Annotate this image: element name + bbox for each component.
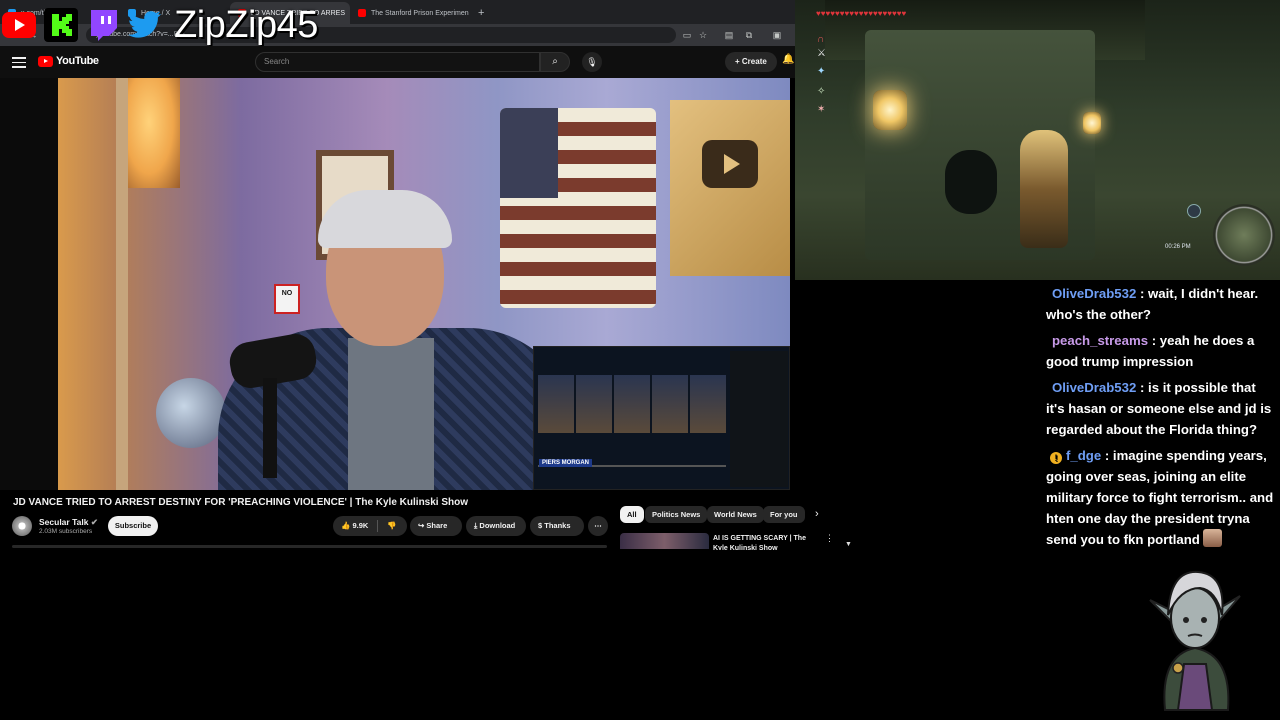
shield-weapon-icon: ⚔: [817, 48, 826, 59]
panel-faces: [538, 375, 726, 433]
subscribe-button[interactable]: Subscribe: [108, 516, 158, 536]
channel-name-text: Secular Talk: [39, 517, 89, 527]
game-lantern: [1083, 112, 1101, 134]
chip-politics-news[interactable]: Politics News: [645, 506, 708, 523]
scroll-down-arrow-icon[interactable]: ▼: [845, 541, 852, 548]
tab-title: The Stanford Prison Experimen: [371, 9, 469, 17]
streamer-branding-overlay: ZipZip45: [0, 4, 318, 46]
download-button[interactable]: ⤓ Download: [466, 516, 526, 536]
game-enemy: [945, 150, 997, 214]
stream-layout: x.com/thel... Home / X JD VANCE TRIED TO…: [0, 0, 1280, 720]
minimap: [1213, 204, 1275, 266]
verified-icon: ✔: [90, 517, 98, 527]
menu-icon[interactable]: [12, 54, 26, 68]
puzzle-icon[interactable]: ⧉: [742, 28, 756, 42]
hearts-health-bar: ♥♥♥♥♥♥♥♥♥♥♥♥♥♥♥♥♥♥♥: [816, 9, 907, 18]
youtube-icon: [0, 6, 38, 44]
game-player-character: [1020, 130, 1068, 248]
game-clock: 00:26 PM: [1165, 244, 1191, 250]
share-icon: ↪: [418, 521, 425, 530]
notifications-bell-icon[interactable]: 🔔: [782, 54, 794, 65]
magnet-ability-icon: ∩: [817, 34, 825, 45]
chat-username: f_dge: [1066, 448, 1102, 463]
stream-chat: OliveDrab532 : wait, I didn't hear. who'…: [1046, 283, 1274, 555]
chat-emote-icon: [1202, 529, 1222, 547]
chip-for-you[interactable]: For you: [763, 506, 805, 523]
youtube-play-button-plaque: [670, 100, 790, 276]
sidebar-icon[interactable]: ▣: [770, 28, 784, 42]
game-lantern: [873, 90, 907, 130]
description-box-edge: [12, 545, 607, 548]
microphone-icon[interactable]: 🎙: [582, 52, 602, 72]
thumbs-up-icon: 👍: [341, 521, 351, 530]
youtube-header: YouTube Search ⌕ 🎙 + Create 🔔: [0, 46, 795, 78]
chat-message: OliveDrab532 : wait, I didn't hear. who'…: [1046, 286, 1259, 322]
search-input[interactable]: Search: [255, 52, 540, 72]
more-actions-button[interactable]: ⋯: [588, 516, 608, 536]
empty-canvas-area: [0, 550, 855, 720]
youtube-logo[interactable]: YouTube: [38, 55, 99, 67]
status-icon: ✧: [817, 86, 826, 97]
like-count: 9.9K: [352, 521, 369, 530]
youtube-play-icon: [38, 55, 53, 67]
kick-icon: [42, 6, 80, 44]
chevron-right-icon[interactable]: ›: [815, 508, 819, 520]
streamer-mascot-avatar: [1140, 560, 1250, 712]
create-button[interactable]: + Create: [725, 52, 777, 72]
picture-in-picture-clip: PIERS MORGAN: [533, 346, 790, 490]
browser-tab[interactable]: The Stanford Prison Experimen ×: [350, 2, 470, 24]
chip-all[interactable]: All: [620, 506, 644, 523]
streamer-handle: ZipZip45: [174, 3, 318, 46]
twitter-icon: [126, 6, 164, 44]
channel-name[interactable]: Secular Talk ✔: [39, 517, 98, 528]
recommended-video-thumbnail[interactable]: [620, 533, 709, 549]
game-capture: ♥♥♥♥♥♥♥♥♥♥♥♥♥♥♥♥♥♥♥ ∩ ⚔ ✦ ✧ ✶ 00:26 PM: [795, 0, 1280, 280]
video-player[interactable]: NO PIERS MORGAN: [0, 78, 790, 490]
youtube-favicon-icon: [358, 9, 366, 17]
video-title: JD VANCE TRIED TO ARREST DESTINY FOR 'PR…: [13, 497, 469, 508]
chat-username: OliveDrab532: [1052, 380, 1137, 395]
shelf: [116, 78, 128, 490]
status-icon: ✶: [817, 104, 826, 115]
pip-lower-third: PIERS MORGAN: [539, 459, 593, 467]
subscriber-count: 2.03M subscribers: [39, 528, 93, 535]
extension-icon[interactable]: ▤: [722, 28, 736, 42]
status-icon: ✦: [817, 66, 826, 77]
thanks-icon: $: [538, 521, 543, 530]
youtube-logo-text: YouTube: [56, 55, 99, 67]
new-tab-button[interactable]: +: [470, 2, 492, 24]
like-dislike-button[interactable]: 👍 9.9K 👎: [333, 516, 407, 536]
more-vertical-icon[interactable]: ⋮: [825, 533, 834, 544]
globe: [156, 378, 226, 448]
create-label: Create: [741, 57, 767, 66]
chat-message: ! f_dge : imagine spending years, going o…: [1046, 448, 1274, 547]
install-icon[interactable]: ▭: [680, 28, 694, 42]
embedded-tweet: [730, 351, 788, 487]
chat-message: OliveDrab532 : is it possible that it's …: [1046, 380, 1272, 437]
microphone-arm: [263, 378, 277, 478]
chip-world-news[interactable]: World News: [707, 506, 764, 523]
chat-message: peach_streams : yeah he does a good trum…: [1046, 333, 1255, 369]
twitch-icon: [84, 6, 122, 44]
download-label: Download: [479, 521, 516, 530]
download-icon: ⤓: [474, 521, 478, 530]
thanks-label: Thanks: [544, 521, 571, 530]
thumbs-down-icon[interactable]: 👎: [387, 516, 396, 536]
bookmark-star-icon[interactable]: ☆: [696, 28, 710, 42]
thanks-button[interactable]: $ Thanks: [530, 516, 584, 536]
channel-avatar[interactable]: [12, 516, 32, 536]
sensor-icon: [1187, 204, 1201, 218]
chat-badge-icon: !: [1050, 452, 1062, 464]
chat-username: peach_streams: [1052, 333, 1149, 348]
recommended-video-title[interactable]: AI IS GETTING SCARY | The Kyle Kulinski …: [713, 534, 813, 550]
search-icon[interactable]: ⌕: [540, 52, 570, 72]
share-label: Share: [426, 521, 448, 530]
chat-username: OliveDrab532: [1052, 286, 1137, 301]
share-button[interactable]: ↪ Share: [410, 516, 462, 536]
